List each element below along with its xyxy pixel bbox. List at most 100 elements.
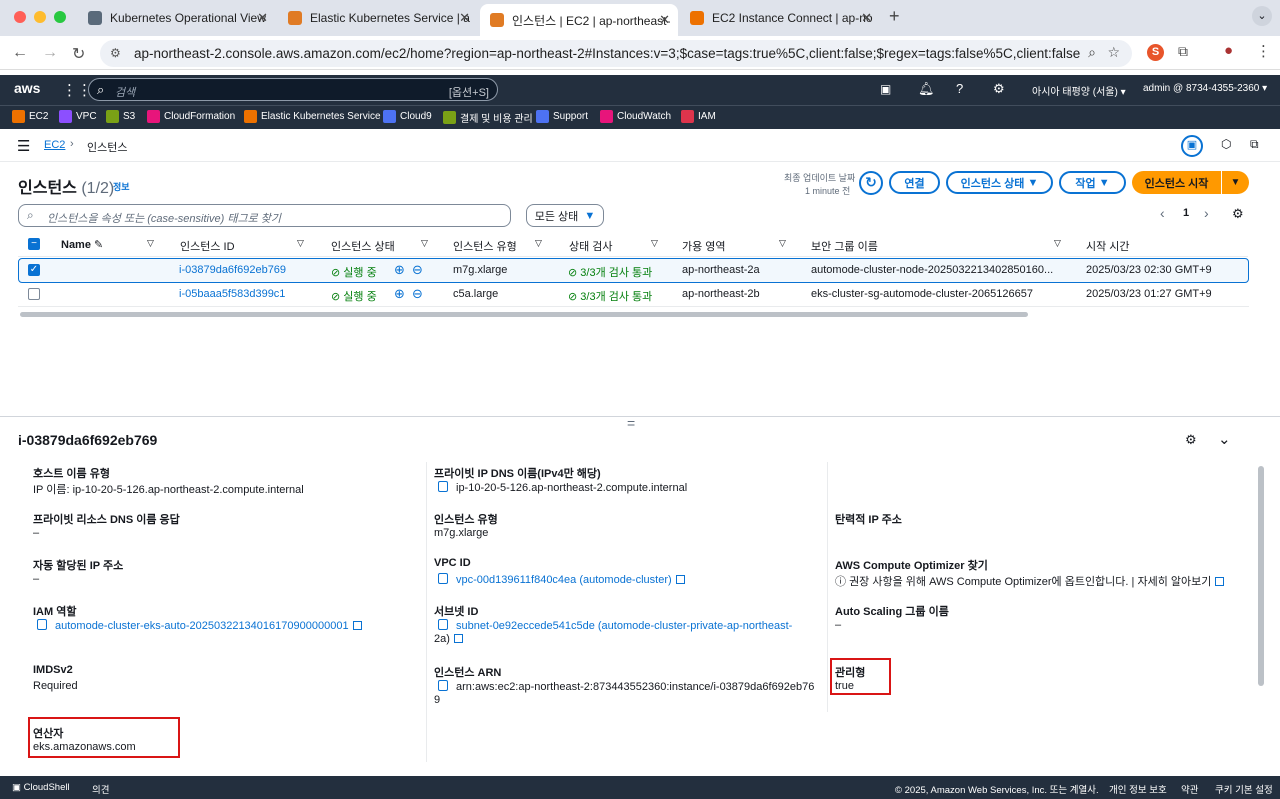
- aws-logo[interactable]: aws: [14, 80, 40, 96]
- sort-caret-icon[interactable]: ▽: [779, 238, 786, 249]
- row-checkbox[interactable]: ✓: [28, 264, 40, 276]
- close-window-icon[interactable]: [14, 11, 26, 23]
- privacy-link[interactable]: 개인 정보 보호: [1109, 782, 1167, 796]
- next-page-icon[interactable]: ›: [1204, 205, 1209, 221]
- instance-id-link[interactable]: i-03879da6f692eb769: [179, 264, 286, 276]
- menu-hamburger-icon[interactable]: ☰: [17, 137, 30, 155]
- reload-icon[interactable]: ↻: [72, 44, 85, 64]
- connect-button[interactable]: 연결: [889, 171, 940, 194]
- instance-id-link[interactable]: i-05baaa5f583d399c1: [179, 288, 285, 300]
- sort-caret-icon[interactable]: ▽: [147, 238, 154, 249]
- favorite-ec2[interactable]: EC2: [12, 110, 48, 123]
- back-icon[interactable]: ←: [12, 44, 28, 62]
- sort-caret-icon[interactable]: ▽: [535, 238, 542, 249]
- bookmark-star-icon[interactable]: ☆: [1107, 44, 1120, 61]
- extension-icon[interactable]: S: [1147, 44, 1164, 61]
- optimizer-opt-in-link[interactable]: 권장 사항을 위해 AWS Compute Optimizer에 옵트인합니다.: [849, 576, 1128, 588]
- favorite-cloudwatch[interactable]: CloudWatch: [600, 110, 671, 123]
- sort-caret-icon[interactable]: ▽: [297, 238, 304, 249]
- close-tab-icon[interactable]: ✕: [459, 10, 470, 26]
- column-header-instance-id[interactable]: 인스턴스 ID: [180, 238, 235, 254]
- favorite-billing[interactable]: 결제 및 비용 관리: [443, 110, 533, 125]
- state-filter-select[interactable]: 모든 상태 ▼: [526, 204, 604, 227]
- close-tab-icon[interactable]: ✕: [659, 12, 670, 28]
- favorite-iam[interactable]: IAM: [681, 110, 716, 123]
- launch-instance-button[interactable]: 인스턴스 시작: [1132, 171, 1221, 194]
- terms-link[interactable]: 약관: [1181, 782, 1198, 796]
- favorite-support[interactable]: Support: [536, 110, 588, 123]
- refresh-button[interactable]: ↻: [859, 171, 883, 195]
- zoom-out-icon[interactable]: ⊖: [412, 286, 423, 302]
- browser-tab-active[interactable]: 인스턴스 | EC2 | ap-northeast- ✕: [480, 4, 678, 36]
- close-tab-icon[interactable]: ✕: [257, 10, 268, 26]
- vpc-link[interactable]: vpc-00d139611f840c4ea (automode-cluster): [456, 574, 672, 586]
- copy-icon[interactable]: [438, 573, 448, 584]
- settings-hex-icon[interactable]: ⬡: [1221, 137, 1231, 151]
- instance-state-button[interactable]: 인스턴스 상태 ▼: [946, 171, 1053, 194]
- search-input[interactable]: ⌕ 검색 [옵션+S]: [88, 78, 498, 101]
- resize-handle-icon[interactable]: =: [627, 415, 635, 431]
- site-info-icon[interactable]: ⚙: [110, 46, 121, 60]
- subnet-link[interactable]: subnet-0e92eccede541c5de (automode-clust…: [456, 620, 792, 632]
- favorite-cloudformation[interactable]: CloudFormation: [147, 110, 235, 123]
- browser-tab[interactable]: EC2 Instance Connect | ap-no ✕: [680, 4, 880, 32]
- minimize-window-icon[interactable]: [34, 11, 46, 23]
- favorite-s3[interactable]: S3: [106, 110, 135, 123]
- close-tab-icon[interactable]: ✕: [861, 10, 872, 26]
- iam-role-link[interactable]: automode-cluster-eks-auto-20250322134016…: [55, 620, 349, 632]
- feedback-link[interactable]: 의견: [92, 782, 109, 796]
- actions-button[interactable]: 작업 ▼: [1059, 171, 1126, 194]
- split-panel-icon[interactable]: ▣: [1181, 135, 1203, 157]
- column-header-security-group[interactable]: 보안 그룹 이름: [811, 238, 878, 254]
- table-settings-gear-icon[interactable]: ⚙: [1232, 206, 1244, 222]
- sort-caret-icon[interactable]: ▽: [421, 238, 428, 249]
- prev-page-icon[interactable]: ‹: [1160, 205, 1165, 221]
- account-menu[interactable]: admin @ 8734-4355-2360 ▾: [1143, 83, 1267, 94]
- collapse-chevron-down-icon[interactable]: ⌄: [1218, 430, 1231, 448]
- column-header-name[interactable]: Name ✎: [61, 238, 103, 251]
- settings-gear-icon[interactable]: ⚙: [993, 81, 1005, 97]
- column-header-availability-zone[interactable]: 가용 영역: [682, 238, 726, 254]
- subnet-link-continued[interactable]: 2a): [434, 633, 463, 645]
- column-header-status-check[interactable]: 상태 검사: [569, 238, 613, 254]
- copy-icon[interactable]: [438, 481, 448, 492]
- notifications-bell-icon[interactable]: 🔔︎: [918, 81, 935, 97]
- column-header-instance-type[interactable]: 인스턴스 유형: [453, 238, 517, 254]
- column-header-launch-time[interactable]: 시작 시간: [1086, 238, 1130, 254]
- favorite-vpc[interactable]: VPC: [59, 110, 97, 123]
- zoom-out-icon[interactable]: ⊖: [412, 262, 423, 278]
- tab-list-icon[interactable]: ⌄: [1252, 6, 1272, 26]
- launch-dropdown-caret-icon[interactable]: ▼: [1222, 171, 1249, 194]
- zoom-in-icon[interactable]: ⊕: [394, 286, 405, 302]
- row-checkbox[interactable]: [28, 288, 40, 300]
- extensions-puzzle-icon[interactable]: ⧉: [1178, 43, 1188, 60]
- select-all-checkbox[interactable]: −: [28, 238, 40, 250]
- table-horizontal-scrollbar[interactable]: [20, 312, 1028, 317]
- breadcrumb-ec2-link[interactable]: EC2: [44, 139, 65, 151]
- zoom-icon[interactable]: ⌕: [1088, 44, 1096, 61]
- help-icon[interactable]: ?: [956, 81, 963, 96]
- details-vertical-scrollbar[interactable]: [1258, 466, 1264, 686]
- instance-filter-input[interactable]: ⌕ 인스턴스을 속성 또는 (case-sensitive) 태그로 찾기: [18, 204, 511, 227]
- column-header-instance-state[interactable]: 인스턴스 상태: [331, 238, 395, 254]
- cloudshell-icon[interactable]: ▣: [880, 82, 891, 96]
- sort-caret-icon[interactable]: ▽: [651, 238, 658, 249]
- url-field[interactable]: ⚙ ap-northeast-2.console.aws.amazon.com/…: [100, 40, 1132, 67]
- browser-tab[interactable]: Kubernetes Operational View ✕: [78, 4, 276, 32]
- zoom-in-icon[interactable]: ⊕: [394, 262, 405, 278]
- sort-caret-icon[interactable]: ▽: [1054, 238, 1061, 249]
- new-tab-button[interactable]: +: [889, 6, 900, 27]
- copy-icon[interactable]: [438, 680, 448, 691]
- feedback-icon[interactable]: ⧉: [1250, 137, 1259, 152]
- forward-icon[interactable]: →: [42, 44, 58, 62]
- favorite-eks[interactable]: Elastic Kubernetes Service: [244, 110, 381, 123]
- region-selector[interactable]: 아시아 태평양 (서울) ▾: [1032, 83, 1126, 98]
- copy-icon[interactable]: [438, 619, 448, 630]
- details-settings-gear-icon[interactable]: ⚙: [1185, 432, 1197, 448]
- copy-icon[interactable]: [37, 619, 47, 630]
- learn-more-link[interactable]: 자세히 알아보기: [1137, 576, 1211, 588]
- info-link[interactable]: 정보: [113, 180, 130, 193]
- page-number[interactable]: 1: [1183, 207, 1189, 219]
- profile-avatar-icon[interactable]: ●: [1224, 42, 1233, 59]
- cookie-preferences-link[interactable]: 쿠키 기본 설정: [1215, 782, 1273, 796]
